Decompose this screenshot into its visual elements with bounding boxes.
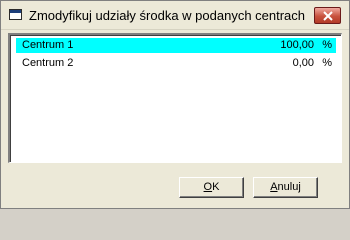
ok-button[interactable]: OK <box>179 177 244 198</box>
dialog-window: Zmodyfikuj udziały środka w podanych cen… <box>0 0 350 209</box>
center-name: Centrum 2 <box>22 57 74 69</box>
center-share-value: 100,00 <box>280 39 314 51</box>
center-share-unit: % <box>322 39 332 51</box>
window-icon <box>9 9 22 20</box>
center-name: Centrum 1 <box>22 39 74 51</box>
close-button[interactable] <box>314 7 341 24</box>
center-share-unit: % <box>322 57 332 69</box>
cancel-button[interactable]: Anuluj <box>253 177 318 198</box>
centers-list[interactable]: Centrum 1 100,00 % Centrum 2 0,00 % <box>8 33 342 163</box>
list-item[interactable]: Centrum 1 100,00 % <box>16 38 336 53</box>
window-title: Zmodyfikuj udziały środka w podanych cen… <box>29 8 306 23</box>
center-share-value: 0,00 <box>292 57 314 69</box>
cancel-label-rest: nuluj <box>277 181 301 193</box>
list-item[interactable]: Centrum 2 0,00 % <box>16 56 336 71</box>
close-icon <box>323 11 333 21</box>
ok-label-rest: K <box>212 181 220 193</box>
ok-mnemonic: O <box>203 181 213 193</box>
cancel-mnemonic: A <box>270 181 278 193</box>
title-bar[interactable]: Zmodyfikuj udziały środka w podanych cen… <box>1 1 349 30</box>
